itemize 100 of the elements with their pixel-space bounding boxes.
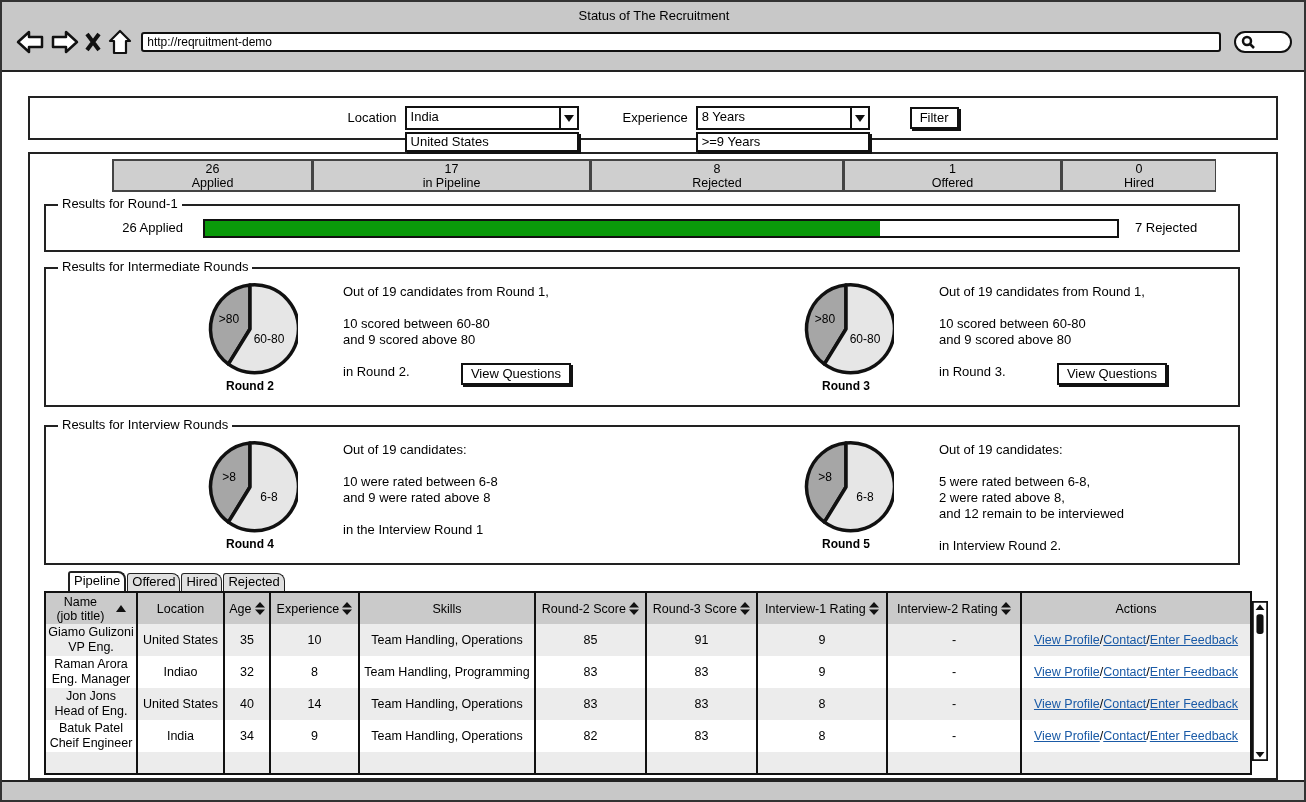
table-cell: 14	[270, 688, 359, 720]
separator-text: /	[1099, 728, 1104, 743]
column-header[interactable]: Round-2 Score	[535, 592, 646, 624]
url-field[interactable]: http://reqruitment-demo	[141, 31, 1221, 52]
tab[interactable]: Offered	[127, 573, 181, 591]
slice-label: 6-8	[260, 490, 278, 504]
column-header[interactable]: Actions	[1021, 592, 1251, 624]
column-title: Skills	[432, 601, 462, 616]
chart-caption: Round 3	[821, 378, 871, 395]
column-title: Actions	[1115, 601, 1157, 616]
action-link[interactable]: Enter Feedback	[1149, 664, 1239, 679]
view-questions-button[interactable]: View Questions	[460, 363, 571, 385]
table-cell: 9	[757, 624, 887, 656]
table-cell: United States	[137, 624, 224, 656]
table-cell: Giamo Gulizoni VP Eng.	[45, 624, 137, 656]
sort-ascending-icon[interactable]	[115, 605, 126, 612]
summary-text: 5 were rated between 6-8, 2 were rated above 8, and 12 remain to be interviewed	[939, 474, 1125, 522]
action-link[interactable]: Contact	[1103, 728, 1147, 743]
slice-label: >8	[818, 470, 832, 484]
action-link[interactable]: View Profile	[1033, 696, 1100, 711]
column-header[interactable]: Skills	[359, 592, 535, 624]
table-cell: 83	[646, 688, 757, 720]
chart-caption: Round 2	[225, 378, 275, 395]
table-cell: -	[887, 688, 1021, 720]
window-title: Status of The Recruitment	[577, 7, 731, 25]
separator-text: /	[1099, 664, 1104, 679]
search-icon	[1241, 34, 1255, 49]
dropdown-option[interactable]: United States	[404, 132, 579, 152]
sort-icon[interactable]	[740, 602, 751, 615]
back-arrow-icon[interactable]	[16, 29, 44, 54]
column-header[interactable]: Round-3 Score	[646, 592, 757, 624]
action-link[interactable]: Contact	[1103, 696, 1147, 711]
column-header[interactable]: Age	[224, 592, 270, 624]
filter-button[interactable]: Filter	[909, 107, 959, 129]
table-cell: 91	[646, 624, 757, 656]
action-link[interactable]: Enter Feedback	[1149, 728, 1239, 743]
summary-text: Out of 19 candidates:	[939, 442, 1064, 458]
action-link[interactable]: Enter Feedback	[1149, 632, 1239, 647]
forward-arrow-icon[interactable]	[50, 29, 79, 54]
action-link[interactable]: View Profile	[1033, 728, 1100, 743]
tab[interactable]: Pipeline	[68, 571, 127, 591]
column-header[interactable]: Location	[137, 592, 224, 624]
summary-label: in Pipeline	[421, 176, 482, 190]
action-link[interactable]: Contact	[1103, 632, 1147, 647]
summary-label: Applied	[190, 176, 235, 190]
summary-count: 8	[712, 162, 722, 176]
slice-label: 60-80	[849, 332, 881, 346]
filter-label: Location	[347, 109, 397, 128]
column-header[interactable]: Interview-2 Rating	[887, 592, 1021, 624]
separator-text: /	[1146, 664, 1150, 679]
dropdown-value: 8 Years	[700, 108, 747, 126]
action-link[interactable]: View Profile	[1033, 632, 1100, 647]
summary-text: 10 scored between 60-80 and 9 scored above 80	[343, 316, 491, 348]
column-title: Location	[156, 601, 205, 616]
close-icon[interactable]	[85, 31, 101, 52]
sort-icon[interactable]	[869, 602, 879, 615]
dropdown-value: India	[409, 108, 440, 126]
summary-text: Out of 19 candidates:	[343, 442, 468, 458]
column-title: Age	[229, 601, 252, 616]
home-icon[interactable]	[107, 28, 132, 55]
summary-label: Rejected	[691, 176, 743, 190]
column-title: Name (job title)	[56, 594, 105, 623]
column-header[interactable]: Name (job title)	[45, 592, 137, 624]
action-link[interactable]: View Profile	[1033, 664, 1100, 679]
view-questions-button[interactable]: View Questions	[1056, 363, 1167, 385]
chart-caption: Round 5	[821, 536, 871, 553]
summary-text: Out of 19 candidates from Round 1,	[939, 284, 1146, 300]
action-link[interactable]: Enter Feedback	[1149, 696, 1239, 711]
tab[interactable]: Hired	[181, 573, 223, 591]
chart-caption: Round 4	[225, 536, 275, 553]
table-cell: 10	[270, 624, 359, 656]
summary-text: in Interview Round 2.	[939, 538, 1063, 554]
search-field[interactable]	[1234, 30, 1292, 53]
dropdown-option[interactable]: >=9 Years	[695, 132, 870, 152]
summary-label: Hired	[1123, 176, 1155, 190]
sort-icon[interactable]	[1001, 602, 1011, 615]
filter-label: Experience	[622, 109, 688, 128]
separator-text: /	[1146, 696, 1150, 711]
sort-icon[interactable]	[254, 602, 265, 615]
separator-text: /	[1146, 632, 1150, 647]
summary-text: in the Interview Round 1	[343, 522, 485, 538]
tab[interactable]: Rejected	[223, 573, 285, 591]
column-title: Round-2 Score	[541, 601, 626, 616]
caret-icon	[563, 114, 574, 122]
table-cell: 83	[535, 688, 646, 720]
column-header[interactable]: Experience	[270, 592, 359, 624]
table-cell: Jon Jons Head of Eng.	[45, 688, 137, 720]
column-header[interactable]: Interview-1 Rating	[757, 592, 887, 624]
summary-count: 0	[1134, 162, 1144, 176]
slice-label: >8	[222, 470, 236, 484]
action-link[interactable]: Contact	[1103, 664, 1147, 679]
summary-text: in Round 3.	[939, 364, 1006, 380]
table-cell: -	[887, 624, 1021, 656]
rejected-label: 7 Rejected	[1135, 219, 1198, 238]
sort-icon[interactable]	[629, 602, 640, 615]
summary-text: 10 scored between 60-80 and 9 scored above 80	[939, 316, 1087, 348]
summary-text: 10 were rated between 6-8 and 9 were rated above 8	[343, 474, 499, 506]
slice-label: 6-8	[856, 490, 874, 504]
column-title: Experience	[276, 601, 340, 616]
sort-icon[interactable]	[342, 602, 353, 615]
